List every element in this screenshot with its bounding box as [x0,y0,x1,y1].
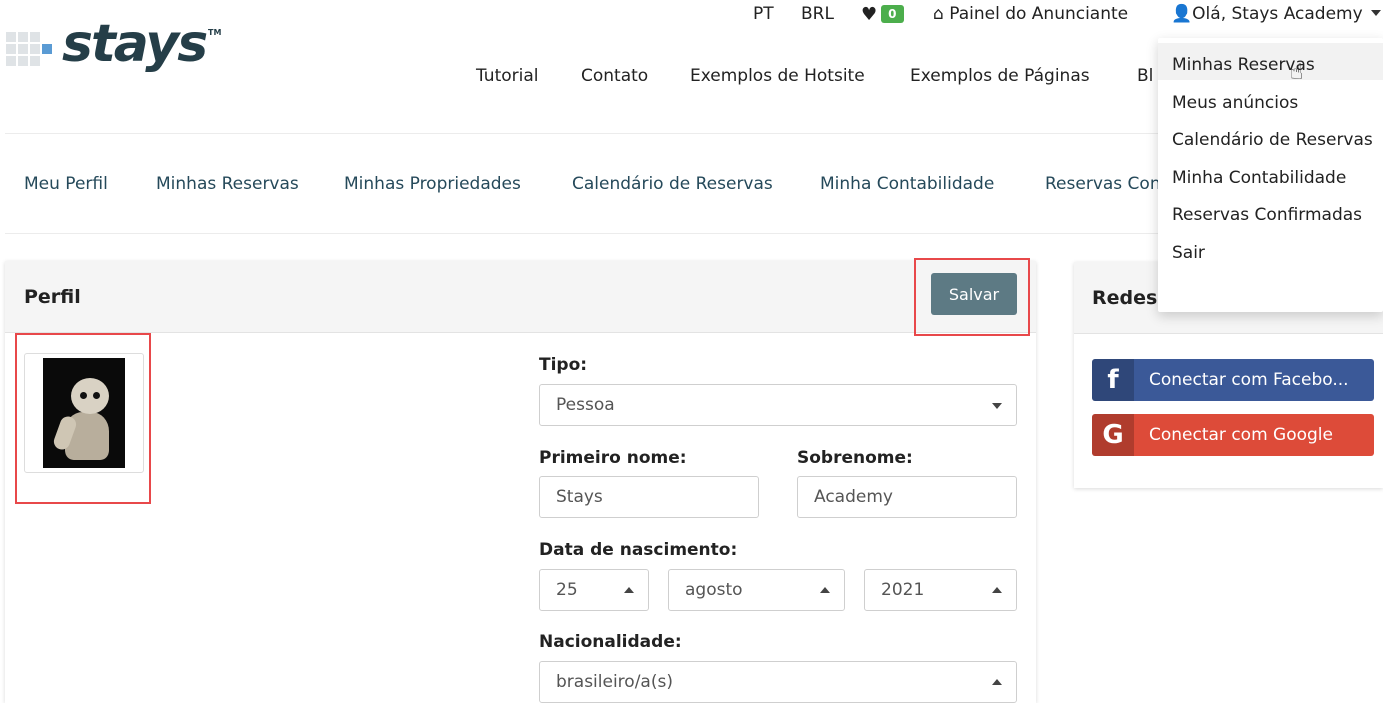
subnav-minhas-propriedades[interactable]: Minhas Propriedades [344,174,521,194]
currency-selector[interactable]: BRL [801,4,834,24]
caret-up-icon [624,587,634,593]
birth-year-value: 2021 [881,580,925,600]
social-title: Redes [1092,287,1158,309]
nationality-value: brasileiro/a(s) [556,672,673,692]
google-connect-button[interactable]: G Conectar com Google [1092,414,1374,456]
facebook-icon: f [1092,359,1134,401]
nav-exemplos-paginas[interactable]: Exemplos de Páginas [910,66,1090,86]
nav-blog[interactable]: Bl [1137,66,1153,86]
profile-title: Perfil [24,286,81,308]
first-name-input[interactable]: Stays [539,476,759,518]
favorites-count-badge: 0 [881,5,904,23]
top-utility-bar: PT BRL ♥ 0 ⌂ Painel do Anunciante 👤Olá, S… [0,4,1383,28]
facebook-connect-button[interactable]: f Conectar com Facebo... [1092,359,1374,401]
birth-day-select[interactable]: 25 [539,569,649,611]
type-select[interactable]: Pessoa [539,384,1017,426]
user-dropdown-menu: Minhas Reservas Meus anúncios Calendário… [1158,38,1383,312]
birth-month-value: agosto [685,580,743,600]
subnav-meu-perfil[interactable]: Meu Perfil [24,174,108,194]
last-name-value: Academy [814,487,893,507]
last-name-label: Sobrenome: [797,448,913,468]
stays-logo[interactable]: stays TM [6,14,226,80]
caret-down-icon [992,403,1002,409]
menu-item-sair[interactable]: Sair [1158,231,1383,268]
heart-icon: ♥ [861,4,878,25]
menu-item-contabilidade[interactable]: Minha Contabilidade [1158,156,1383,193]
logo-trademark: TM [208,28,222,37]
language-selector[interactable]: PT [753,4,774,24]
user-menu-toggle[interactable]: 👤Olá, Stays Academy [1171,4,1381,24]
menu-item-calendario[interactable]: Calendário de Reservas [1158,118,1383,155]
birth-date-label: Data de nascimento: [539,540,738,560]
menu-item-reservas-confirmadas[interactable]: Reservas Confirmadas [1158,193,1383,230]
logo-grid-mark [6,32,54,68]
birth-year-select[interactable]: 2021 [864,569,1017,611]
google-icon: G [1092,414,1134,456]
owner-panel-link[interactable]: ⌂ Painel do Anunciante [933,4,1128,24]
nationality-select[interactable]: brasileiro/a(s) [539,661,1017,703]
menu-item-meus-anuncios[interactable]: Meus anúncios [1158,81,1383,118]
nav-contato[interactable]: Contato [581,66,648,86]
caret-up-icon [992,587,1002,593]
subnav-minhas-reservas[interactable]: Minhas Reservas [156,174,299,194]
first-name-value: Stays [556,487,603,507]
hand-cursor-icon: ☝ [1290,60,1304,85]
profile-panel-header: Perfil Salvar [5,261,1036,333]
avatar-highlight-box [15,333,151,504]
google-connect-label: Conectar com Google [1149,425,1333,445]
owner-panel-label: Painel do Anunciante [949,4,1129,24]
birth-day-value: 25 [556,580,578,600]
subnav-contabilidade[interactable]: Minha Contabilidade [820,174,994,194]
type-label: Tipo: [539,355,588,375]
type-value: Pessoa [556,395,615,415]
menu-item-minhas-reservas[interactable]: Minhas Reservas [1158,43,1383,80]
caret-down-icon [1370,10,1381,16]
birth-month-select[interactable]: agosto [668,569,845,611]
facebook-connect-label: Conectar com Facebo... [1149,370,1349,390]
nav-exemplos-hotsite[interactable]: Exemplos de Hotsite [690,66,865,86]
subnav-calendario[interactable]: Calendário de Reservas [572,174,773,194]
home-icon: ⌂ [933,4,944,24]
nav-tutorial[interactable]: Tutorial [476,66,539,86]
first-name-label: Primeiro nome: [539,448,687,468]
nationality-label: Nacionalidade: [539,632,682,652]
subnav-reservas-confirmadas[interactable]: Reservas Con [1045,174,1161,194]
save-highlight-box [914,258,1030,336]
user-icon: 👤 [1171,4,1193,24]
caret-up-icon [820,587,830,593]
user-greeting: Olá, Stays Academy [1192,4,1363,24]
last-name-input[interactable]: Academy [797,476,1017,518]
caret-up-icon [992,679,1002,685]
favorites-link[interactable]: ♥ 0 [861,4,904,25]
